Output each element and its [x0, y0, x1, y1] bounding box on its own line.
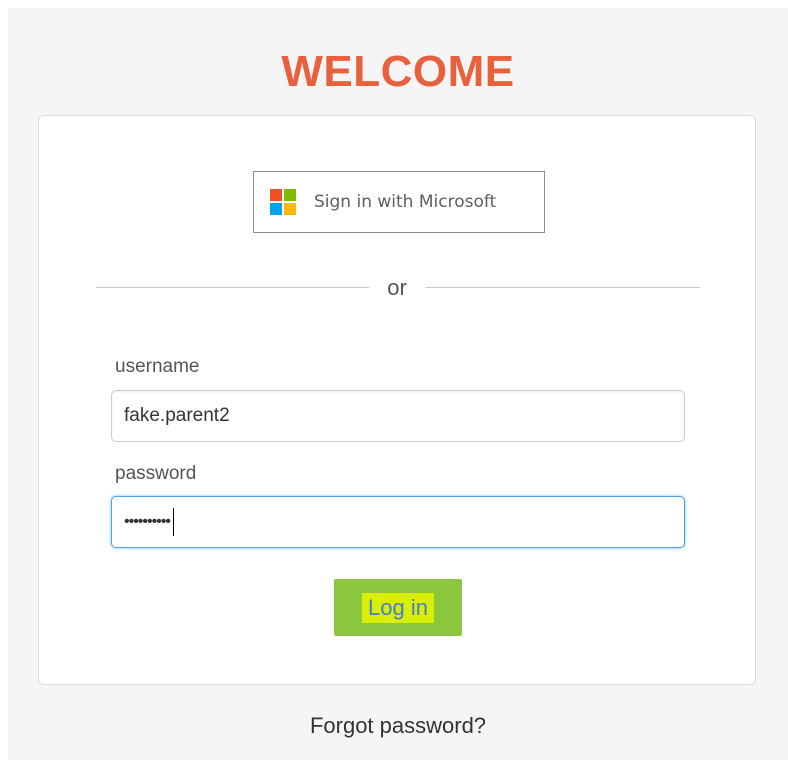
or-divider: or — [96, 273, 700, 303]
divider-line-left — [96, 287, 369, 288]
password-input[interactable]: •••••••••• — [111, 496, 685, 548]
password-masked-value: •••••••••• — [124, 513, 171, 530]
microsoft-logo-icon — [270, 189, 296, 215]
login-button-label: Log in — [362, 592, 434, 623]
username-label: username — [115, 356, 200, 377]
sign-in-with-microsoft-button[interactable]: Sign in with Microsoft — [253, 171, 545, 233]
login-page: WELCOME Sign in with Microsoft or userna… — [8, 8, 788, 760]
divider-or-text: or — [387, 275, 407, 300]
username-input[interactable] — [111, 390, 685, 442]
login-card: Sign in with Microsoft or username passw… — [38, 115, 756, 685]
forgot-password-link[interactable]: Forgot password? — [8, 712, 788, 740]
login-button[interactable]: Log in — [334, 579, 462, 636]
microsoft-button-label: Sign in with Microsoft — [314, 192, 497, 212]
text-cursor — [173, 508, 175, 536]
password-label: password — [115, 463, 197, 484]
page-title: WELCOME — [281, 47, 515, 96]
divider-line-right — [425, 287, 700, 288]
